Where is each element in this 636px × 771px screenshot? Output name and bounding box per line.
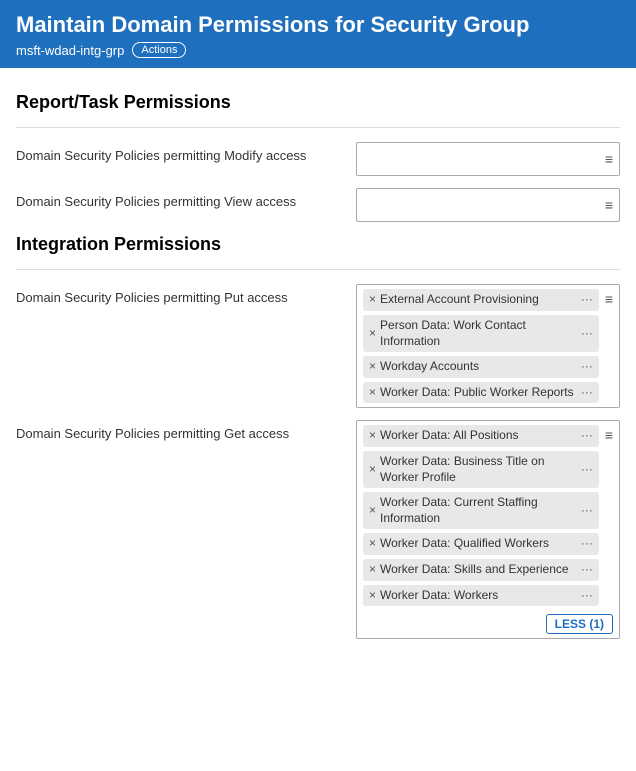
tag-more[interactable]: ··· [581, 536, 593, 552]
get-access-label: Domain Security Policies permitting Get … [16, 420, 356, 441]
tag-more[interactable]: ··· [581, 359, 593, 375]
page-title: Maintain Domain Permissions for Security… [16, 12, 620, 38]
modify-access-row: Domain Security Policies permitting Modi… [16, 142, 620, 176]
list-item: × Worker Data: Skills and Experience ··· [363, 559, 599, 581]
list-item: × Person Data: Work Contact Information … [363, 315, 599, 352]
less-button[interactable]: LESS (1) [546, 614, 613, 634]
modify-access-label: Domain Security Policies permitting Modi… [16, 142, 356, 163]
report-task-section: Report/Task Permissions Domain Security … [16, 92, 620, 222]
tag-remove[interactable]: × [369, 462, 376, 478]
tag-text: Worker Data: All Positions [380, 428, 577, 444]
tag-remove[interactable]: × [369, 385, 376, 401]
put-access-label: Domain Security Policies permitting Put … [16, 284, 356, 305]
tag-text: Worker Data: Business Title on Worker Pr… [380, 454, 577, 485]
tag-remove[interactable]: × [369, 588, 376, 604]
tag-remove[interactable]: × [369, 359, 376, 375]
integration-section-title: Integration Permissions [16, 234, 620, 255]
get-access-field[interactable]: × Worker Data: All Positions ··· × Worke… [356, 420, 620, 639]
tag-remove[interactable]: × [369, 292, 376, 308]
put-access-field[interactable]: × External Account Provisioning ··· × Pe… [356, 284, 620, 408]
tag-text: Workday Accounts [380, 359, 577, 375]
modify-access-field[interactable]: ≡ [356, 142, 620, 176]
integration-divider [16, 269, 620, 270]
tag-remove[interactable]: × [369, 536, 376, 552]
view-access-label: Domain Security Policies permitting View… [16, 188, 356, 209]
tag-text: Worker Data: Workers [380, 588, 577, 604]
tag-more[interactable]: ··· [581, 503, 593, 519]
header-subtitle: msft-wdad-intg-grp Actions [16, 42, 620, 58]
tag-text: Worker Data: Skills and Experience [380, 562, 577, 578]
list-item: × Worker Data: Qualified Workers ··· [363, 533, 599, 555]
actions-badge[interactable]: Actions [132, 42, 186, 58]
tag-remove[interactable]: × [369, 503, 376, 519]
tag-text: Worker Data: Public Worker Reports [380, 385, 577, 401]
view-access-field[interactable]: ≡ [356, 188, 620, 222]
main-content: Report/Task Permissions Domain Security … [0, 68, 636, 671]
tag-more[interactable]: ··· [581, 462, 593, 478]
get-tags-header: × Worker Data: All Positions ··· × Worke… [363, 425, 613, 606]
put-tags-list: × External Account Provisioning ··· × Pe… [363, 289, 599, 403]
list-item: × Worker Data: Public Worker Reports ··· [363, 382, 599, 404]
tag-remove[interactable]: × [369, 428, 376, 444]
tag-text: Person Data: Work Contact Information [380, 318, 577, 349]
tag-more[interactable]: ··· [581, 588, 593, 604]
section-divider [16, 127, 620, 128]
view-list-icon[interactable]: ≡ [605, 197, 613, 213]
get-access-row: Domain Security Policies permitting Get … [16, 420, 620, 639]
list-item: × Worker Data: All Positions ··· [363, 425, 599, 447]
list-item: × Worker Data: Workers ··· [363, 585, 599, 607]
view-access-row: Domain Security Policies permitting View… [16, 188, 620, 222]
integration-section: Integration Permissions Domain Security … [16, 234, 620, 639]
security-group-name: msft-wdad-intg-grp [16, 43, 124, 58]
tag-more[interactable]: ··· [581, 292, 593, 308]
list-item: × Worker Data: Business Title on Worker … [363, 451, 599, 488]
tag-remove[interactable]: × [369, 562, 376, 578]
tag-text: Worker Data: Current Staffing Informatio… [380, 495, 577, 526]
get-list-icon[interactable]: ≡ [605, 427, 613, 443]
list-item: × Workday Accounts ··· [363, 356, 599, 378]
list-item: × Worker Data: Current Staffing Informat… [363, 492, 599, 529]
tag-text: External Account Provisioning [380, 292, 577, 308]
modify-list-icon[interactable]: ≡ [605, 151, 613, 167]
report-task-section-title: Report/Task Permissions [16, 92, 620, 113]
put-tags-header: × External Account Provisioning ··· × Pe… [363, 289, 613, 403]
put-access-row: Domain Security Policies permitting Put … [16, 284, 620, 408]
tag-more[interactable]: ··· [581, 562, 593, 578]
list-item: × External Account Provisioning ··· [363, 289, 599, 311]
get-tags-list: × Worker Data: All Positions ··· × Worke… [363, 425, 599, 606]
page-header: Maintain Domain Permissions for Security… [0, 0, 636, 68]
tag-more[interactable]: ··· [581, 428, 593, 444]
put-list-icon[interactable]: ≡ [605, 291, 613, 307]
tag-text: Worker Data: Qualified Workers [380, 536, 577, 552]
tag-more[interactable]: ··· [581, 385, 593, 401]
tag-more[interactable]: ··· [581, 326, 593, 342]
tag-remove[interactable]: × [369, 326, 376, 342]
